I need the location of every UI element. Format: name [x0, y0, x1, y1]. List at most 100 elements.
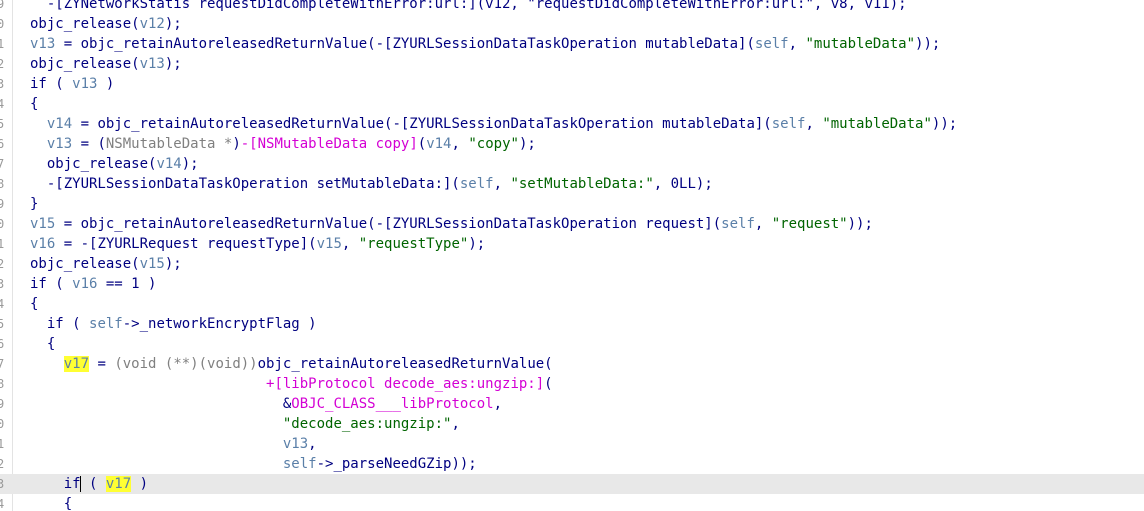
code-line[interactable]: 3 if ( v13 ): [0, 74, 1144, 94]
code-line[interactable]: 1 v13,: [0, 434, 1144, 454]
code-line[interactable]: 0 objc_release(v12);: [0, 14, 1144, 34]
code-line[interactable]: 9}: [0, 194, 1144, 214]
code-text[interactable]: -[ZYURLSessionDataTaskOperation setMutab…: [30, 174, 713, 194]
code-text[interactable]: if ( self->_networkEncryptFlag ): [30, 314, 317, 334]
code-line[interactable]: 9 &OBJC_CLASS___libProtocol,: [0, 394, 1144, 414]
line-number: 3: [0, 77, 5, 91]
code-token: NSMutableData *: [105, 136, 233, 152]
line-number: 0: [0, 217, 5, 231]
code-text[interactable]: -[ZYNetworkStatis requestDidCompleteWith…: [30, 0, 907, 14]
line-number: 0: [0, 417, 5, 431]
code-token: ,: [451, 136, 469, 152]
code-token: if (: [30, 276, 73, 292]
code-line[interactable]: 5 if ( self->_networkEncryptFlag ): [0, 314, 1144, 334]
line-number: 7: [0, 157, 5, 171]
code-line[interactable]: 6 v13 = (NSMutableData *)-[NSMutableData…: [0, 134, 1144, 154]
code-line[interactable]: 8 -[ZYURLSessionDataTaskOperation setMut…: [0, 174, 1144, 194]
code-line[interactable]: 4{: [0, 94, 1144, 114]
code-token: (void (**)(void)): [114, 356, 258, 372]
line-number: 4: [0, 297, 5, 311]
code-token: v14: [426, 136, 452, 152]
code-token: v14: [156, 156, 182, 172]
code-token: v16: [72, 276, 98, 292]
code-text[interactable]: objc_release(v15);: [30, 254, 182, 274]
code-line[interactable]: 6 {: [0, 334, 1144, 354]
code-token: =: [89, 356, 115, 372]
code-line[interactable]: 1 v13 = objc_retainAutoreleasedReturnValu…: [0, 34, 1144, 54]
code-token: v16: [30, 236, 56, 252]
code-text[interactable]: &OBJC_CLASS___libProtocol,: [30, 394, 502, 414]
code-line[interactable]: 9 -[ZYNetworkStatis requestDidCompleteWi…: [0, 0, 1144, 14]
code-token: objc_release(: [30, 56, 140, 72]
line-number: 4: [0, 497, 5, 511]
code-text[interactable]: v17 = (void (**)(void))objc_retainAutore…: [30, 354, 553, 374]
code-text[interactable]: }: [30, 194, 38, 214]
line-number: 3: [0, 277, 5, 291]
line-number: 1: [0, 37, 5, 51]
code-text[interactable]: v14 = objc_retainAutoreleasedReturnValue…: [30, 114, 957, 134]
code-token: (: [544, 376, 553, 392]
code-text[interactable]: if ( v16 == 1 ): [30, 274, 156, 294]
code-text[interactable]: objc_release(v14);: [30, 154, 199, 174]
code-text[interactable]: {: [30, 494, 72, 511]
code-text[interactable]: {: [30, 334, 55, 354]
code-token: v17: [63, 356, 90, 372]
code-line[interactable]: 2 objc_release(v15);: [0, 254, 1144, 274]
code-line[interactable]: 4{: [0, 294, 1144, 314]
code-line[interactable]: 2 objc_release(v13);: [0, 54, 1144, 74]
code-token: v15: [30, 216, 56, 232]
line-number: 5: [0, 317, 5, 331]
code-token: objc_release(: [30, 16, 140, 32]
code-text[interactable]: if ( v13 ): [30, 74, 114, 94]
code-token: "setMutableData:": [510, 176, 654, 192]
code-line-current[interactable]: 3 if ( v17 ): [0, 474, 1144, 494]
code-token: );: [181, 156, 199, 172]
code-line[interactable]: 4 {: [0, 494, 1144, 511]
line-number: 5: [0, 117, 5, 131]
code-token: -[NSMutableData copy]: [240, 136, 418, 152]
code-token: v14: [46, 116, 73, 132]
code-text[interactable]: +[libProtocol decode_aes:ungzip:](: [30, 374, 553, 394]
code-text[interactable]: objc_release(v13);: [30, 54, 182, 74]
code-token: objc_retainAutoreleasedReturnValue(: [257, 356, 553, 372]
code-token: ,: [805, 116, 823, 132]
code-line[interactable]: 1 v16 = -[ZYURLRequest requestType](v15, …: [0, 234, 1144, 254]
code-text[interactable]: v16 = -[ZYURLRequest requestType](v15, "…: [30, 234, 485, 254]
code-text[interactable]: "decode_aes:ungzip:",: [30, 414, 460, 434]
code-token: "copy": [468, 136, 519, 152]
code-token: ->_networkEncryptFlag ): [122, 316, 317, 332]
line-number: 6: [0, 337, 5, 351]
line-number: 9: [0, 197, 5, 211]
code-token: "requestType": [358, 236, 469, 252]
code-text[interactable]: v13,: [30, 434, 317, 454]
line-number: 4: [0, 97, 5, 111]
code-text[interactable]: {: [30, 94, 38, 114]
code-text[interactable]: objc_release(v12);: [30, 14, 182, 34]
code-text[interactable]: if ( v17 ): [30, 474, 148, 494]
code-line[interactable]: 7 objc_release(v14);: [0, 154, 1144, 174]
code-text[interactable]: v15 = objc_retainAutoreleasedReturnValue…: [30, 214, 873, 234]
line-number: 8: [0, 377, 5, 391]
code-line[interactable]: 0 v15 = objc_retainAutoreleasedReturnValu…: [0, 214, 1144, 234]
code-line[interactable]: 8 +[libProtocol decode_aes:ungzip:](: [0, 374, 1144, 394]
code-token: -[ZYNetworkStatis requestDidCompleteWith…: [30, 0, 907, 12]
line-number: 0: [0, 17, 5, 31]
code-line[interactable]: 3 if ( v16 == 1 ): [0, 274, 1144, 294]
code-line[interactable]: 2 self->_parseNeedGZip));: [0, 454, 1144, 474]
pseudocode-editor[interactable]: 9 -[ZYNetworkStatis requestDidCompleteWi…: [0, 0, 1144, 511]
code-line[interactable]: 0 "decode_aes:ungzip:",: [0, 414, 1144, 434]
code-token: );: [518, 136, 536, 152]
code-line[interactable]: 5 v14 = objc_retainAutoreleasedReturnVal…: [0, 114, 1144, 134]
code-text[interactable]: {: [30, 294, 38, 314]
code-token: "mutableData": [805, 36, 916, 52]
code-line[interactable]: 7 v17 = (void (**)(void))objc_retainAuto…: [0, 354, 1144, 374]
code-token: = (: [72, 136, 106, 152]
code-text[interactable]: v13 = (NSMutableData *)-[NSMutableData c…: [30, 134, 536, 154]
code-token: v13: [282, 436, 309, 452]
code-text[interactable]: v13 = objc_retainAutoreleasedReturnValue…: [30, 34, 940, 54]
code-text[interactable]: self->_parseNeedGZip));: [30, 454, 477, 474]
